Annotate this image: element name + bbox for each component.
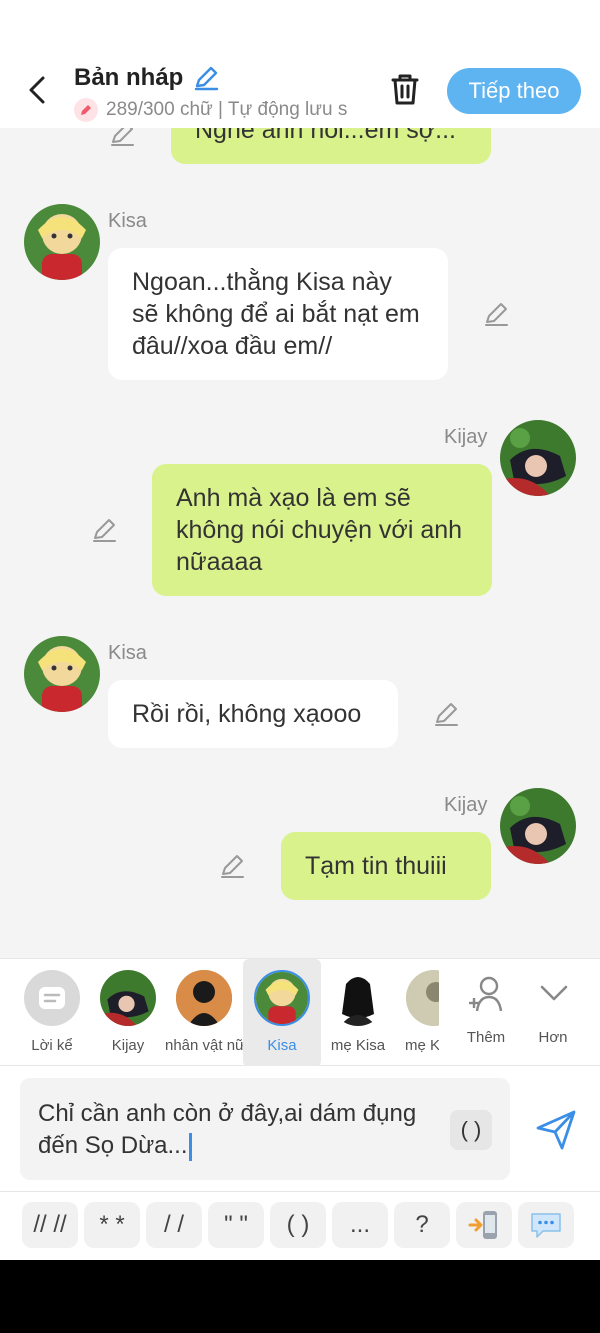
edit-title-icon[interactable] (192, 64, 220, 92)
avatar (176, 970, 232, 1026)
next-button[interactable]: Tiếp theo (447, 68, 581, 114)
character-label: mẹ Kisa (330, 1037, 386, 1054)
symbol-button[interactable]: // // (22, 1202, 78, 1248)
symbol-button[interactable]: / / (146, 1202, 202, 1248)
character-partial[interactable]: mẹ K (395, 959, 439, 1067)
avatar (100, 970, 156, 1026)
sender-name: Kisa (108, 642, 147, 664)
message-text: Tạm tin thuiii (305, 852, 447, 880)
avatar-kijay[interactable] (500, 788, 576, 864)
add-user-icon (465, 973, 509, 1017)
edit-message-icon[interactable] (218, 852, 246, 880)
composer: Chỉ cần anh còn ở đây,ai dám đụng đến Sọ… (0, 1066, 600, 1192)
character-narration[interactable]: Lời kể (13, 959, 91, 1067)
send-button[interactable] (534, 1108, 578, 1152)
message-bubble[interactable]: Tạm tin thuiii (281, 832, 491, 900)
page-title: Bản nháp (74, 64, 184, 91)
parentheses-button[interactable]: ( ) (450, 1110, 492, 1150)
character-label: Kisa (267, 1037, 297, 1054)
chat-bubble-button[interactable] (518, 1202, 574, 1248)
avatar (330, 970, 386, 1026)
character-kisa[interactable]: Kisa (243, 959, 321, 1067)
message-bubble[interactable]: Anh mà xạo là em sẽ không nói chuyện với… (152, 464, 492, 596)
send-icon (536, 1110, 576, 1150)
sender-name: Kisa (108, 210, 147, 232)
sender-name: Kijay (444, 426, 488, 448)
character-label: Hơn (538, 1029, 568, 1046)
phone-arrow-icon (468, 1211, 497, 1239)
back-arrow-icon (29, 76, 45, 104)
phone-action-button[interactable] (456, 1202, 512, 1248)
character-kisa-mom[interactable]: mẹ Kisa (319, 959, 397, 1067)
speech-bubble-icon (531, 1213, 561, 1238)
text-caret (189, 1132, 193, 1161)
message-text: Nghe anh nói...em sợ... (195, 128, 456, 144)
avatar (254, 970, 310, 1026)
back-button[interactable] (22, 72, 52, 108)
message-bubble[interactable]: Ngoan...thằng Kisa này sẽ không để ai bắ… (108, 248, 448, 380)
symbol-shortcuts: // // * * / / " " ( ) ... ? (0, 1192, 600, 1260)
chevron-down-icon (536, 977, 572, 1007)
symbol-button[interactable]: ( ) (270, 1202, 326, 1248)
edit-message-icon[interactable] (90, 516, 118, 544)
symbol-button[interactable]: " " (208, 1202, 264, 1248)
avatar-kisa[interactable] (24, 204, 100, 280)
top-bar: Bản nháp 289/300 chữ | Tự động lưu s Tiế… (0, 0, 600, 128)
word-count-status: 289/300 chữ | Tự động lưu s (106, 99, 348, 120)
trash-icon (391, 74, 419, 105)
message-input-text: Chỉ cần anh còn ở đây,ai dám đụng đến Sọ… (38, 1100, 417, 1161)
character-selector: Lời kể Kijay nhân vật nữ Kisa mẹ Kisa mẹ… (0, 958, 600, 1067)
avatar-kijay[interactable] (500, 420, 576, 496)
message-bubble[interactable]: Nghe anh nói...em sợ... (171, 128, 491, 164)
pencil-badge-icon (74, 98, 98, 122)
avatar (406, 970, 439, 1026)
more-button[interactable]: Hơn (514, 959, 592, 1067)
sender-name: Kijay (444, 794, 488, 816)
app-screen: Bản nháp 289/300 chữ | Tự động lưu s Tiế… (0, 0, 600, 1260)
message-input[interactable]: Chỉ cần anh còn ở đây,ai dám đụng đến Sọ… (20, 1078, 510, 1180)
edit-message-icon[interactable] (482, 300, 510, 328)
character-kijay[interactable]: Kijay (89, 959, 167, 1067)
narration-icon (24, 970, 80, 1026)
character-label: nhân vật nữ (165, 1037, 243, 1054)
avatar-kisa[interactable] (24, 636, 100, 712)
edit-message-icon[interactable] (432, 700, 460, 728)
message-text: Anh mà xạo là em sẽ không nói chuyện với… (176, 484, 463, 576)
message-text: Rồi rồi, không xạooo (132, 700, 362, 728)
character-label: Kijay (111, 1037, 145, 1054)
symbol-button[interactable]: ... (332, 1202, 388, 1248)
delete-button[interactable] (386, 70, 424, 108)
chat-area[interactable]: Nghe anh nói...em sợ... Kisa Ngoan...thằ… (0, 128, 600, 958)
character-female[interactable]: nhân vật nữ (165, 959, 243, 1067)
message-bubble[interactable]: Rồi rồi, không xạooo (108, 680, 398, 748)
character-label: mẹ K (405, 1037, 439, 1054)
edit-message-icon[interactable] (108, 128, 136, 148)
message-text: Ngoan...thằng Kisa này sẽ không để ai bắ… (132, 268, 420, 360)
symbol-button[interactable]: ? (394, 1202, 450, 1248)
symbol-button[interactable]: * * (84, 1202, 140, 1248)
character-label: Lời kể (31, 1037, 73, 1054)
